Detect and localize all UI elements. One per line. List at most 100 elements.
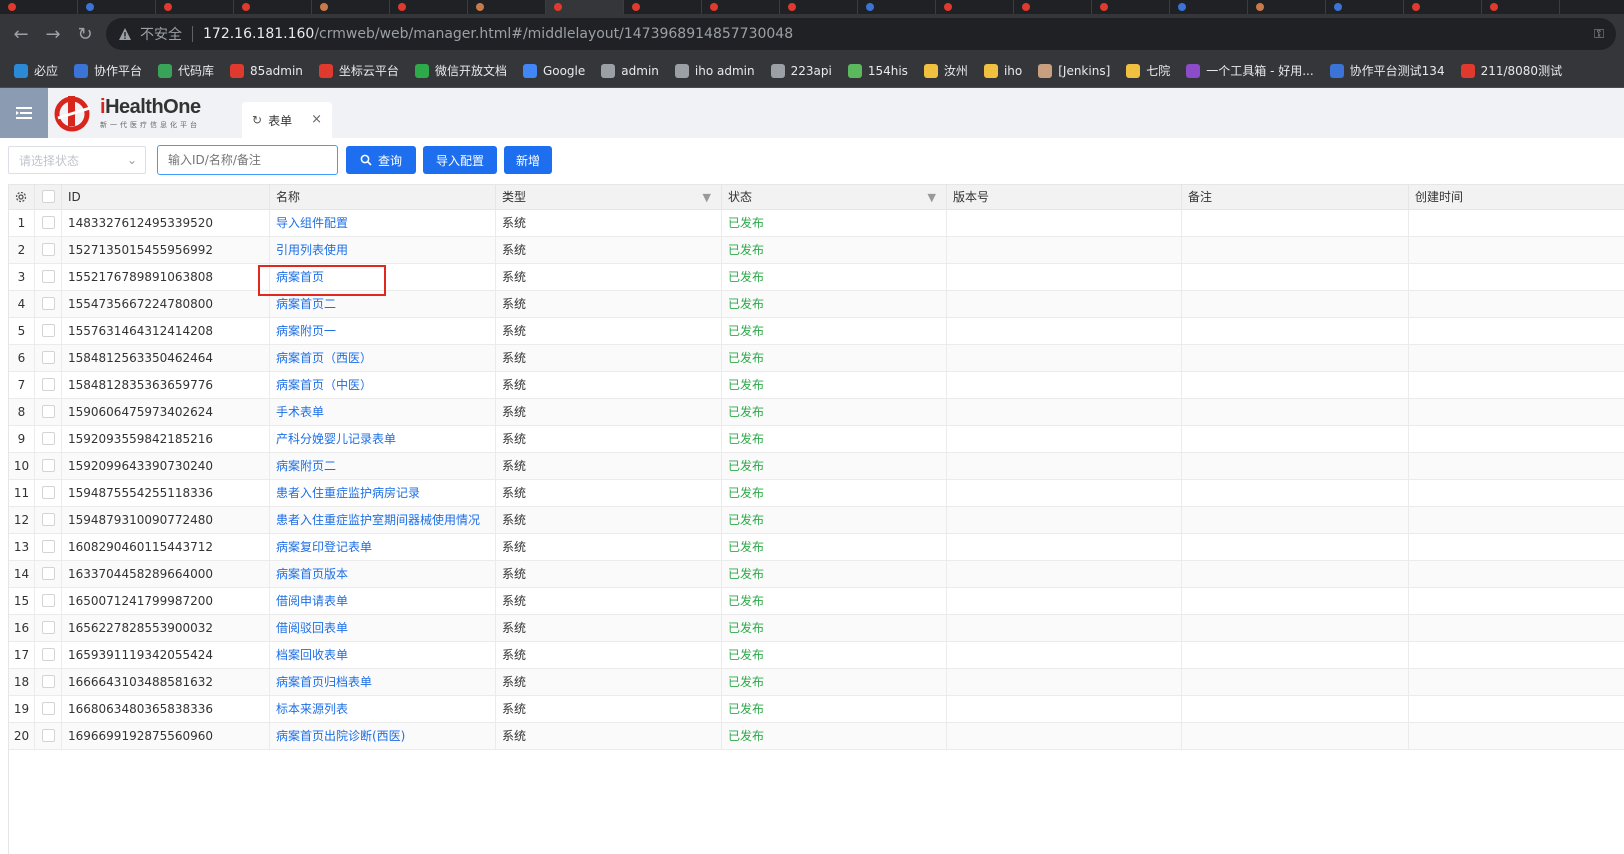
row-checkbox[interactable]	[42, 594, 55, 607]
column-header-version[interactable]: 版本号	[947, 185, 1182, 210]
bookmark-item[interactable]: iho admin	[674, 63, 755, 78]
table-row[interactable]: 14 1633704458289664000 病案首页版本 系统 已发布	[9, 561, 1624, 588]
browser-tab[interactable]	[858, 0, 936, 14]
row-checkbox[interactable]	[42, 621, 55, 634]
row-checkbox[interactable]	[42, 216, 55, 229]
browser-tab[interactable]	[390, 0, 468, 14]
bookmark-item[interactable]: 七院	[1126, 62, 1170, 79]
row-checkbox[interactable]	[42, 675, 55, 688]
column-header-remark[interactable]: 备注	[1182, 185, 1409, 210]
row-name-link[interactable]: 患者入住重症监护室期间器械使用情况	[276, 513, 480, 527]
table-row[interactable]: 2 1527135015455956992 引用列表使用 系统 已发布	[9, 237, 1624, 264]
bookmark-item[interactable]: 协作平台测试134	[1329, 62, 1445, 79]
row-checkbox[interactable]	[42, 702, 55, 715]
row-name-link[interactable]: 借阅申请表单	[276, 594, 348, 608]
row-name-link[interactable]: 档案回收表单	[276, 648, 348, 662]
bookmark-item[interactable]: 坐标云平台	[318, 62, 399, 79]
browser-tab[interactable]	[1326, 0, 1404, 14]
row-name-link[interactable]: 借阅驳回表单	[276, 621, 348, 635]
page-tab-form[interactable]: ↻ 表单 ×	[242, 102, 332, 138]
row-checkbox[interactable]	[42, 567, 55, 580]
row-checkbox[interactable]	[42, 432, 55, 445]
reload-icon[interactable]: ↻	[74, 23, 96, 45]
column-header-id[interactable]: ID	[62, 185, 270, 210]
bookmark-item[interactable]: 必应	[14, 62, 58, 79]
filter-icon[interactable]: ▼	[703, 185, 711, 210]
select-all-checkbox[interactable]	[42, 190, 55, 203]
row-checkbox[interactable]	[42, 540, 55, 553]
bookmark-item[interactable]: 223api	[770, 63, 832, 78]
row-checkbox[interactable]	[42, 405, 55, 418]
bookmark-item[interactable]: 211/8080测试	[1460, 62, 1562, 79]
bookmark-item[interactable]: 汝州	[923, 62, 968, 79]
row-checkbox[interactable]	[42, 351, 55, 364]
table-row[interactable]: 1 1483327612495339520 导入组件配置 系统 已发布	[9, 210, 1624, 237]
browser-tab[interactable]	[936, 0, 1014, 14]
row-checkbox[interactable]	[42, 513, 55, 526]
row-name-link[interactable]: 病案首页版本	[276, 567, 348, 581]
table-row[interactable]: 4 1554735667224780800 病案首页二 系统 已发布	[9, 291, 1624, 318]
table-row[interactable]: 13 1608290460115443712 病案复印登记表单 系统 已发布	[9, 534, 1624, 561]
browser-tab[interactable]	[1014, 0, 1092, 14]
column-header-status[interactable]: 状态 ▼	[722, 185, 947, 210]
bookmark-item[interactable]: [Jenkins]	[1038, 63, 1110, 78]
bookmark-item[interactable]: 微信开放文档	[414, 62, 507, 79]
row-name-link[interactable]: 病案复印登记表单	[276, 540, 372, 554]
back-icon[interactable]: ←	[10, 23, 32, 45]
browser-tab[interactable]	[1170, 0, 1248, 14]
row-name-link[interactable]: 病案首页二	[276, 297, 336, 311]
table-row[interactable]: 20 1696699192875560960 病案首页出院诊断(西医) 系统 已发布	[9, 723, 1624, 750]
filter-icon[interactable]: ▼	[928, 185, 936, 210]
row-name-link[interactable]: 产科分娩婴儿记录表单	[276, 432, 396, 446]
browser-tab[interactable]	[312, 0, 390, 14]
browser-tab[interactable]	[468, 0, 546, 14]
address-bar[interactable]: 不安全 172.16.181.160/crmweb/web/manager.ht…	[106, 18, 1616, 50]
column-header-created[interactable]: 创建时间	[1409, 185, 1624, 210]
table-row[interactable]: 3 1552176789891063808 病案首页 系统 已发布	[9, 264, 1624, 291]
browser-tab[interactable]	[1404, 0, 1482, 14]
row-checkbox[interactable]	[42, 648, 55, 661]
browser-tab[interactable]	[234, 0, 312, 14]
menu-toggle-button[interactable]	[0, 88, 48, 138]
bookmark-item[interactable]: 154his	[847, 63, 908, 78]
row-name-link[interactable]: 病案附页二	[276, 459, 336, 473]
query-button[interactable]: 查询	[346, 146, 416, 174]
row-checkbox[interactable]	[42, 243, 55, 256]
row-name-link[interactable]: 病案附页一	[276, 324, 336, 338]
row-checkbox[interactable]	[42, 270, 55, 283]
row-name-link[interactable]: 病案首页出院诊断(西医)	[276, 729, 405, 743]
browser-tab[interactable]	[78, 0, 156, 14]
browser-tab[interactable]	[0, 0, 78, 14]
browser-tab[interactable]	[1482, 0, 1560, 14]
row-name-link[interactable]: 病案首页归档表单	[276, 675, 372, 689]
browser-tab[interactable]	[156, 0, 234, 14]
bookmark-item[interactable]: iho	[983, 63, 1022, 78]
column-settings-header[interactable]	[9, 185, 35, 210]
row-name-link[interactable]: 手术表单	[276, 405, 324, 419]
table-row[interactable]: 5 1557631464312414208 病案附页一 系统 已发布	[9, 318, 1624, 345]
bookmark-item[interactable]: admin	[601, 63, 659, 78]
row-checkbox[interactable]	[42, 297, 55, 310]
table-row[interactable]: 9 1592093559842185216 产科分娩婴儿记录表单 系统 已发布	[9, 426, 1624, 453]
table-row[interactable]: 8 1590606475973402624 手术表单 系统 已发布	[9, 399, 1624, 426]
bookmark-item[interactable]: Google	[522, 63, 585, 78]
close-icon[interactable]: ×	[311, 112, 322, 127]
table-row[interactable]: 15 1650071241799987200 借阅申请表单 系统 已发布	[9, 588, 1624, 615]
forward-icon[interactable]: →	[42, 23, 64, 45]
bookmark-item[interactable]: 85admin	[230, 63, 303, 78]
table-row[interactable]: 7 1584812835363659776 病案首页（中医） 系统 已发布	[9, 372, 1624, 399]
table-row[interactable]: 10 1592099643390730240 病案附页二 系统 已发布	[9, 453, 1624, 480]
add-button[interactable]: 新增	[504, 146, 552, 174]
row-checkbox[interactable]	[42, 324, 55, 337]
row-name-link[interactable]: 病案首页（西医）	[276, 351, 372, 365]
column-header-name[interactable]: 名称	[270, 185, 496, 210]
table-row[interactable]: 12 1594879310090772480 患者入住重症监护室期间器械使用情况 系统…	[9, 507, 1624, 534]
row-name-link[interactable]: 病案首页（中医）	[276, 378, 372, 392]
browser-tab[interactable]	[702, 0, 780, 14]
bookmark-item[interactable]: 一个工具箱 - 好用...	[1186, 62, 1314, 79]
browser-tab[interactable]	[546, 0, 624, 14]
search-input[interactable]	[157, 145, 338, 175]
row-checkbox[interactable]	[42, 486, 55, 499]
browser-tab[interactable]	[624, 0, 702, 14]
refresh-icon[interactable]: ↻	[252, 113, 262, 127]
